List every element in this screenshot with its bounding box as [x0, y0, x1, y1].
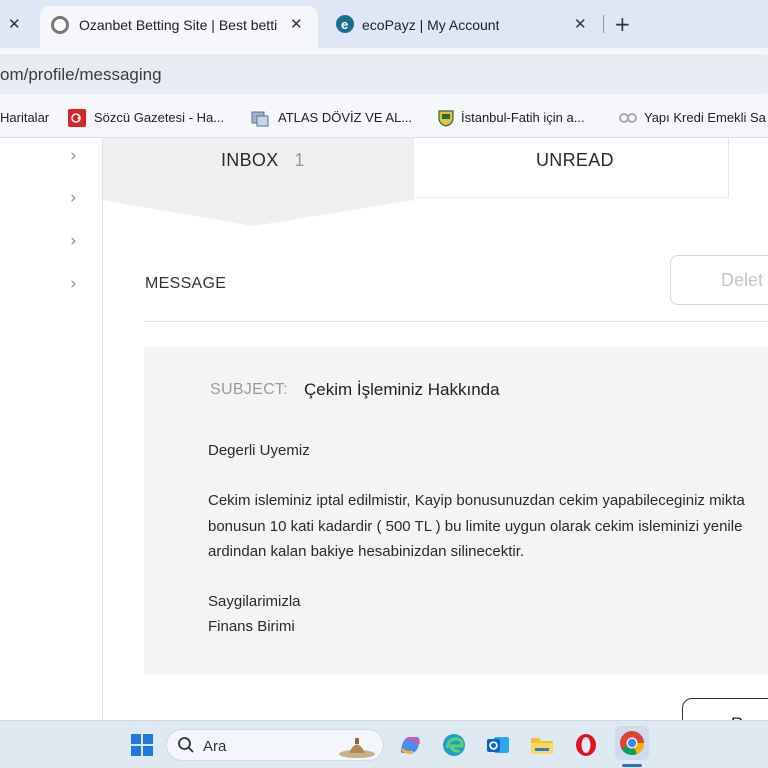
- tab-unread-label: UNREAD: [536, 150, 614, 170]
- search-highlight-icon: [337, 734, 377, 758]
- messaging-page: › › › › INBOX 1 UNREAD MESSAGE Delet SUB…: [0, 138, 768, 720]
- taskbar-search-box[interactable]: Ara: [166, 729, 384, 761]
- taskbar: Ara: [0, 720, 768, 768]
- yapi-kredi-icon: [618, 110, 637, 128]
- svg-text:e: e: [341, 17, 348, 32]
- message-greeting: Degerli Uyemiz: [208, 442, 310, 459]
- close-tab-icon[interactable]: ✕: [8, 17, 21, 32]
- atlas-icon: [251, 109, 269, 127]
- url-text[interactable]: om/profile/messaging: [0, 65, 162, 85]
- search-icon: [177, 736, 195, 754]
- ecopayz-favicon-icon: e: [336, 15, 354, 33]
- sidebar-chevron-right-icon[interactable]: ›: [70, 188, 77, 208]
- bookmark-fatih[interactable]: İstanbul-Fatih için a...: [461, 110, 585, 125]
- subject-label: SUBJECT:: [210, 381, 288, 398]
- tab-title: ecoPayz | My Account: [362, 17, 500, 33]
- bookmark-atlas[interactable]: ATLAS DÖVİZ VE AL...: [278, 110, 412, 125]
- edge-icon[interactable]: [441, 732, 467, 758]
- close-tab-icon[interactable]: ✕: [290, 17, 303, 32]
- fatih-shield-icon: [437, 109, 455, 127]
- delete-button[interactable]: Delet: [670, 255, 768, 305]
- windows-start-icon[interactable]: [130, 733, 154, 757]
- tab-ozanbet[interactable]: Ozanbet Betting Site | Best betti ✕: [40, 6, 318, 48]
- header-divider: [145, 321, 768, 322]
- sidebar-chevron-right-icon[interactable]: ›: [70, 146, 77, 166]
- subject-value: Çekim İşleminiz Hakkında: [304, 380, 500, 399]
- tab-inbox-label: INBOX 1: [221, 150, 305, 171]
- delete-button-label: Delet: [721, 270, 764, 290]
- tab-inbox[interactable]: INBOX 1: [103, 138, 414, 198]
- bookmark-yapi-kredi[interactable]: Yapı Kredi Emekli Sa: [644, 110, 766, 125]
- bookmark-haritalar[interactable]: Haritalar: [0, 110, 49, 125]
- sidebar-chevron-right-icon[interactable]: ›: [70, 231, 77, 251]
- new-tab-icon[interactable]: +: [614, 12, 631, 36]
- browser-tab-strip: ✕ Ozanbet Betting Site | Best betti ✕ e …: [0, 0, 768, 48]
- tab-third[interactable]: [728, 138, 768, 198]
- message-signature: Finans Birimi: [208, 618, 295, 635]
- message-header-label: MESSAGE: [145, 275, 227, 292]
- file-explorer-icon[interactable]: [529, 732, 555, 758]
- search-placeholder: Ara: [203, 738, 227, 755]
- active-tab-pointer: [103, 198, 414, 226]
- outlook-icon[interactable]: [485, 732, 511, 758]
- message-closing: Saygilarimizla: [208, 593, 301, 610]
- tab-separator: [603, 15, 604, 33]
- copilot-icon[interactable]: [397, 732, 423, 758]
- inbox-count-badge: 1: [294, 150, 305, 170]
- tab-unread[interactable]: UNREAD: [416, 138, 726, 198]
- message-body-line: Cekim isleminiz iptal edilmistir, Kayip …: [208, 492, 745, 509]
- bookmark-sozcu[interactable]: Sözcü Gazetesi - Ha...: [94, 110, 224, 125]
- tab-title: Ozanbet Betting Site | Best betti: [79, 17, 278, 33]
- ozanbet-favicon-icon: [51, 16, 69, 34]
- chrome-icon[interactable]: [615, 726, 649, 760]
- sozcu-icon: [68, 109, 86, 127]
- message-card: SUBJECT: Çekim İşleminiz Hakkında Degerl…: [144, 347, 768, 675]
- inbox-label: INBOX: [221, 150, 279, 170]
- sidebar-chevron-right-icon[interactable]: ›: [70, 274, 77, 294]
- opera-icon[interactable]: [573, 732, 599, 758]
- active-app-indicator: [622, 764, 642, 767]
- close-tab-icon[interactable]: ✕: [574, 17, 587, 32]
- message-body-line: ardindan kalan bakiye hesabinizdan silin…: [208, 543, 525, 560]
- message-body-line: bonusun 10 kati kadardir ( 500 TL ) bu l…: [208, 518, 743, 535]
- reply-button[interactable]: Re: [682, 698, 768, 720]
